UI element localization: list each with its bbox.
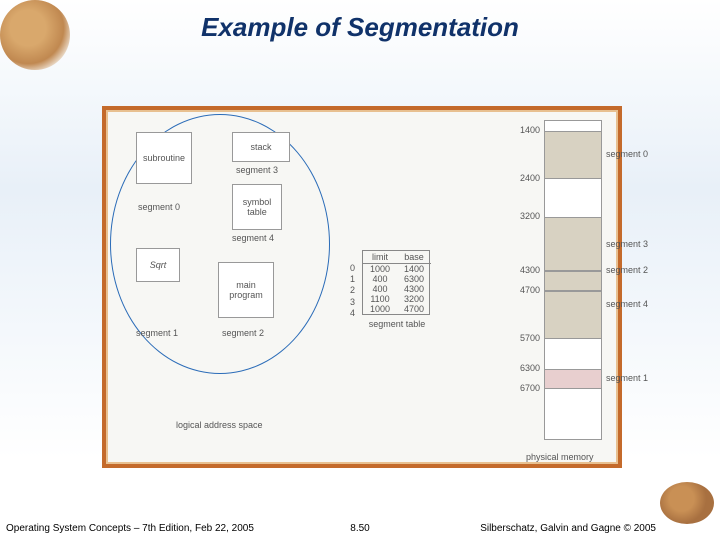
seg-idx: 3 xyxy=(350,297,355,308)
segment-2-label: segment 2 xyxy=(222,328,264,338)
segment-table: 0 1 2 3 4 limit base 1000 1400 400 6300 … xyxy=(362,250,432,329)
seg-cell: 1000 xyxy=(363,264,397,274)
dinosaur-logo-top xyxy=(0,0,70,70)
footer-left: Operating System Concepts – 7th Edition,… xyxy=(6,523,254,534)
phys-label-seg1: segment 1 xyxy=(606,373,648,383)
phys-seg-0 xyxy=(545,131,601,179)
logical-address-space-caption: logical address space xyxy=(176,420,263,430)
slide-title: Example of Segmentation xyxy=(201,12,519,43)
phys-label-seg4: segment 4 xyxy=(606,299,648,309)
phys-label-seg3: segment 3 xyxy=(606,239,648,249)
seg-cell: 4700 xyxy=(397,304,431,314)
segment-1-label: segment 1 xyxy=(136,328,178,338)
seg-cell: 6300 xyxy=(397,274,431,284)
subroutine-box: subroutine xyxy=(136,132,192,184)
segment-0-label: segment 0 xyxy=(138,202,180,212)
footer-right: Silberschatz, Galvin and Gagne © 2005 xyxy=(480,523,656,534)
stack-box: stack xyxy=(232,132,290,162)
seg-cell: 3200 xyxy=(397,294,431,304)
phys-seg-2 xyxy=(545,271,601,291)
phys-label-seg2: segment 2 xyxy=(606,265,648,275)
seg-idx: 1 xyxy=(350,274,355,285)
sqrt-box: Sqrt xyxy=(136,248,180,282)
phys-addr: 4300 xyxy=(520,265,540,275)
phys-addr: 1400 xyxy=(520,125,540,135)
phys-seg-1 xyxy=(545,369,601,389)
physical-memory-column xyxy=(544,120,602,440)
seg-cell: 1400 xyxy=(397,264,431,274)
symbol-table-box: symbol table xyxy=(232,184,282,230)
phys-addr: 6300 xyxy=(520,363,540,373)
seg-idx: 2 xyxy=(350,285,355,296)
seg-cell: 400 xyxy=(363,274,397,284)
phys-addr: 3200 xyxy=(520,211,540,221)
segment-table-grid: limit base 1000 1400 400 6300 400 4300 1… xyxy=(362,250,430,315)
phys-addr: 4700 xyxy=(520,285,540,295)
footer-center: 8.50 xyxy=(350,523,369,534)
physical-memory: 1400 2400 3200 4300 4700 5700 6300 6700 … xyxy=(544,110,602,460)
phys-addr: 6700 xyxy=(520,383,540,393)
dinosaur-logo-bottom xyxy=(660,482,714,524)
seg-cell: 400 xyxy=(363,284,397,294)
phys-addr: 2400 xyxy=(520,173,540,183)
figure-frame: subroutine segment 0 stack segment 3 sym… xyxy=(102,106,622,468)
main-program-box: main program xyxy=(218,262,274,318)
physical-memory-caption: physical memory xyxy=(526,452,594,462)
segment-3-label: segment 3 xyxy=(236,165,278,175)
seg-cell: 4300 xyxy=(397,284,431,294)
seg-idx: 4 xyxy=(350,308,355,319)
seg-cell: 1000 xyxy=(363,304,397,314)
phys-label-seg0: segment 0 xyxy=(606,149,648,159)
segment-table-caption: segment table xyxy=(362,319,432,329)
segment-4-label: segment 4 xyxy=(232,233,274,243)
phys-seg-4 xyxy=(545,291,601,339)
phys-addr: 5700 xyxy=(520,333,540,343)
col-limit: limit xyxy=(363,251,397,264)
segment-table-indices: 0 1 2 3 4 xyxy=(350,263,355,319)
col-base: base xyxy=(397,251,431,264)
seg-idx: 0 xyxy=(350,263,355,274)
phys-seg-3 xyxy=(545,217,601,271)
seg-cell: 1100 xyxy=(363,294,397,304)
